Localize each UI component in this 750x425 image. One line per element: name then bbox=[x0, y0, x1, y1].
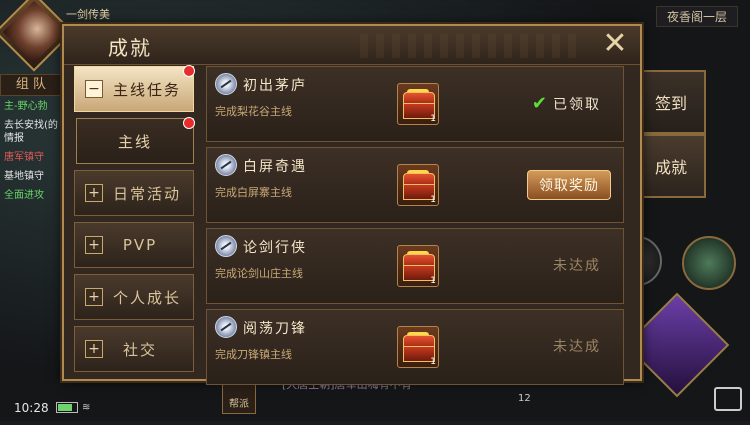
nav-label: PVP bbox=[122, 236, 158, 254]
achievement-list: 初出茅庐 完成梨花谷主线 1 ✔ 已领取 白屏奇遇 完成白屏寨主线 1 领取奖励 … bbox=[206, 66, 624, 390]
sword-emblem-icon bbox=[215, 154, 237, 176]
reward-count: 1 bbox=[430, 357, 436, 367]
nav-daily[interactable]: + 日常活动 bbox=[74, 170, 194, 216]
reward-count: 1 bbox=[430, 114, 436, 124]
claim-reward-button[interactable]: 领取奖励 bbox=[527, 170, 611, 200]
sword-emblem-icon bbox=[215, 235, 237, 257]
nav-main-quest[interactable]: − 主线任务 bbox=[74, 65, 195, 112]
nav-label: 主线 bbox=[117, 132, 152, 151]
status-text: 已领取 bbox=[553, 97, 601, 113]
quest-item[interactable]: 主-野心勃 bbox=[4, 100, 64, 113]
notification-dot bbox=[183, 65, 195, 77]
achievement-title: 论剑行侠 bbox=[243, 240, 307, 256]
wifi-icon: ≋ bbox=[82, 402, 91, 413]
nav-label: 主线任务 bbox=[113, 80, 182, 99]
plus-icon: + bbox=[85, 236, 103, 254]
sword-emblem-icon bbox=[215, 316, 237, 338]
quest-item[interactable]: 去长安找(的情报 bbox=[4, 119, 64, 145]
nav-label: 日常活动 bbox=[113, 184, 182, 203]
panel-header: 成就 ✕ bbox=[64, 26, 640, 65]
quest-item[interactable]: 基地镇守 bbox=[4, 170, 64, 183]
category-nav: − 主线任务 主线 + 日常活动 + PVP + 个人成长 + 社交 bbox=[74, 65, 196, 378]
status-text: 未达成 bbox=[553, 339, 601, 355]
nav-social[interactable]: + 社交 bbox=[74, 326, 194, 372]
status-text: 未达成 bbox=[553, 258, 601, 274]
battery-icon bbox=[56, 402, 78, 413]
reward-count: 1 bbox=[430, 276, 436, 286]
nav-sub-main[interactable]: 主线 bbox=[76, 117, 195, 164]
plus-icon: + bbox=[85, 340, 103, 358]
achievement-row: 初出茅庐 完成梨花谷主线 1 ✔ 已领取 bbox=[206, 66, 624, 142]
achievement-desc: 完成刀锋镇主线 bbox=[215, 348, 292, 361]
clock-time: 10:28 bbox=[14, 401, 49, 415]
treasure-chest-icon[interactable]: 1 bbox=[397, 326, 439, 368]
notification-dot bbox=[183, 117, 195, 129]
team-tab[interactable]: 组 队 bbox=[0, 74, 62, 96]
achievement-side-button[interactable]: 成就 bbox=[638, 134, 706, 198]
achievement-panel: 成就 ✕ − 主线任务 主线 + 日常活动 + PVP + 个人成长 + 社交 bbox=[62, 24, 642, 385]
achievement-title: 白屏奇遇 bbox=[243, 159, 307, 175]
achievement-row: 阅荡刀锋 完成刀锋镇主线 1 未达成 bbox=[206, 309, 624, 385]
nav-pvp[interactable]: + PVP bbox=[74, 222, 194, 268]
minus-icon: − bbox=[85, 80, 103, 98]
achievement-desc: 完成论剑山庄主线 bbox=[215, 267, 303, 280]
plus-icon: + bbox=[85, 288, 103, 306]
achievement-title: 阅荡刀锋 bbox=[243, 321, 307, 337]
screen-icon[interactable] bbox=[714, 387, 742, 411]
player-name: 一剑传美 bbox=[66, 8, 110, 21]
plus-icon: + bbox=[85, 184, 103, 202]
hud-left: 组 队 主-野心勃 去长安找(的情报 唐军镇守 基地镇守 全面进攻 bbox=[0, 0, 74, 421]
sword-emblem-icon bbox=[215, 73, 237, 95]
quest-tracker: 主-野心勃 去长安找(的情报 唐军镇守 基地镇守 全面进攻 bbox=[4, 100, 64, 208]
panel-title: 成就 bbox=[108, 36, 152, 60]
nav-label: 社交 bbox=[122, 340, 157, 359]
achievement-row: 论剑行侠 完成论剑山庄主线 1 未达成 bbox=[206, 228, 624, 304]
claimed-status: ✔ 已领取 bbox=[532, 93, 601, 114]
header-ornament bbox=[360, 34, 580, 58]
treasure-chest-icon[interactable]: 1 bbox=[397, 245, 439, 287]
achievement-title: 初出茅庐 bbox=[243, 78, 307, 94]
treasure-chest-icon[interactable]: 1 bbox=[397, 83, 439, 125]
quest-item[interactable]: 全面进攻 bbox=[4, 189, 64, 202]
achievement-row: 白屏奇遇 完成白屏寨主线 1 领取奖励 bbox=[206, 147, 624, 223]
close-icon[interactable]: ✕ bbox=[600, 29, 630, 60]
map-location-label[interactable]: 夜香阁一层 bbox=[655, 6, 738, 27]
checkin-button[interactable]: 签到 bbox=[638, 70, 706, 134]
nav-label: 个人成长 bbox=[113, 288, 182, 307]
treasure-chest-icon[interactable]: 1 bbox=[397, 164, 439, 206]
nav-growth[interactable]: + 个人成长 bbox=[74, 274, 194, 320]
quest-item[interactable]: 唐军镇守 bbox=[4, 151, 64, 164]
skill-orb-icon[interactable] bbox=[682, 236, 736, 290]
reward-count: 1 bbox=[430, 195, 436, 205]
counter-badge: 12 bbox=[518, 393, 531, 404]
check-icon: ✔ bbox=[531, 93, 549, 114]
achievement-desc: 完成梨花谷主线 bbox=[215, 105, 292, 118]
achievement-desc: 完成白屏寨主线 bbox=[215, 186, 292, 199]
